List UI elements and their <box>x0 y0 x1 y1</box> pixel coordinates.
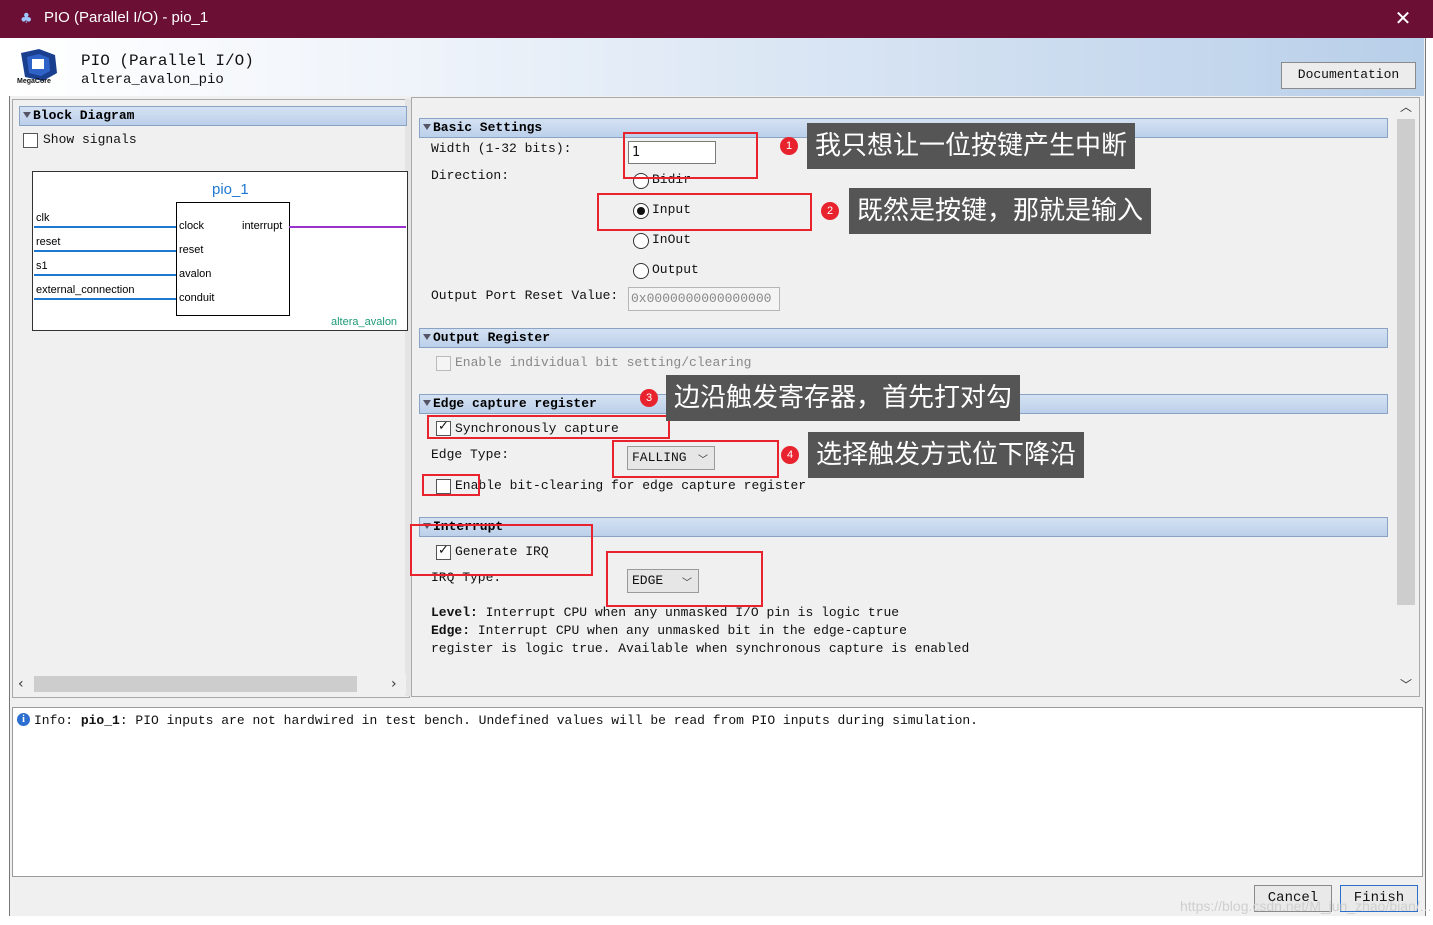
level-text: Interrupt CPU when any unmasked I/O pin … <box>485 605 900 620</box>
reset-value-label: Output Port Reset Value: <box>431 288 619 303</box>
basic-settings-title: Basic Settings <box>433 120 543 135</box>
scroll-down-icon[interactable]: ﹀ <box>1400 676 1412 693</box>
annotation-callout-4: 选择触发方式位下降沿 <box>808 432 1085 478</box>
clk-line <box>34 226 176 228</box>
level-key: Level: <box>431 605 478 620</box>
component-subtitle: altera_avalon_pio <box>81 72 224 88</box>
edge-description: Edge: Interrupt CPU when any unmasked bi… <box>431 623 907 638</box>
reset-value-input[interactable]: 0x0000000000000000 <box>628 287 780 311</box>
collapse-icon <box>423 400 431 406</box>
highlight-box-edge-type <box>612 440 779 478</box>
collapse-icon <box>423 124 431 130</box>
scroll-up-icon[interactable]: ︿ <box>1400 98 1412 115</box>
reset-value: 0x0000000000000000 <box>631 291 772 306</box>
horizontal-scroll-thumb[interactable] <box>34 676 357 692</box>
highlight-box-sync <box>427 415 670 439</box>
width-label: Width (1-32 bits): <box>431 141 572 156</box>
annotation-callout-2: 既然是按键，那就是输入 <box>849 188 1152 234</box>
info-text: : PIO inputs are not hardwired in test b… <box>119 713 978 728</box>
title-bar <box>0 0 1433 38</box>
watermark: https://blog.csdn.net/M_jun_zhao/bian/..… <box>1180 898 1432 914</box>
annotation-badge-3: 3 <box>640 389 658 407</box>
port-external-connection: external_connection <box>36 284 135 296</box>
annotation-callout-3: 边沿触发寄存器，首先打对勾 <box>666 375 1021 421</box>
block-diagram-header[interactable]: Block Diagram <box>19 106 407 126</box>
window-title: PIO (Parallel I/O) - pio_1 <box>44 9 209 26</box>
conduit-line <box>34 298 176 300</box>
output-label: Output <box>652 262 699 277</box>
s1-line <box>34 274 176 276</box>
inner-avalon: avalon <box>179 268 212 280</box>
enable-bit-setting-checkbox[interactable] <box>436 356 451 371</box>
scroll-left-icon[interactable]: ‹ <box>18 676 24 692</box>
info-prefix: Info: <box>34 713 81 728</box>
edge-text-1: Interrupt CPU when any unmasked bit in t… <box>477 623 907 638</box>
component-title: PIO (Parallel I/O) <box>81 52 254 70</box>
edge-key: Edge: <box>431 623 471 638</box>
enable-bit-setting-label: Enable individual bit setting/clearing <box>455 355 752 370</box>
highlight-box-width <box>623 132 758 179</box>
info-icon: i <box>17 713 30 726</box>
radio-inout[interactable] <box>633 233 649 249</box>
edge-type-label: Edge Type: <box>431 447 510 462</box>
reset-line <box>34 250 176 252</box>
bottom-label: altera_avalon <box>331 316 398 328</box>
direction-label: Direction: <box>431 168 510 183</box>
info-component: pio_1 <box>80 713 120 728</box>
highlight-box-input <box>597 193 812 231</box>
edge-text-2: register is logic true. Available when s… <box>431 641 970 656</box>
inout-label: InOut <box>652 232 692 247</box>
edge-capture-title: Edge capture register <box>433 396 597 411</box>
highlight-box-irq <box>410 524 593 576</box>
level-description: Level: Interrupt CPU when any unmasked I… <box>431 605 899 620</box>
annotation-badge-1: 1 <box>780 137 798 155</box>
highlight-box-bit-clear <box>422 474 480 496</box>
vertical-scroll-thumb[interactable] <box>1397 119 1415 605</box>
output-register-title: Output Register <box>433 330 551 345</box>
collapse-icon <box>23 112 31 118</box>
port-s1: s1 <box>36 260 48 272</box>
logo-text: MegaCore <box>17 78 51 85</box>
port-clk: clk <box>36 212 50 224</box>
inner-conduit: conduit <box>179 292 215 304</box>
close-icon[interactable]: ✕ <box>1390 6 1416 32</box>
inner-interrupt: interrupt <box>242 220 283 232</box>
show-signals-label: Show signals <box>43 132 137 147</box>
output-register-header[interactable]: Output Register <box>419 328 1388 348</box>
info-message: Info: pio_1: PIO inputs are not hardwire… <box>34 713 978 728</box>
show-signals-checkbox[interactable] <box>23 133 38 148</box>
port-reset: reset <box>36 236 61 248</box>
app-icon: ♣ <box>20 11 33 27</box>
bit-clearing-label: Enable bit-clearing for edge capture reg… <box>455 478 807 493</box>
component-name: pio_1 <box>212 181 249 198</box>
annotation-badge-2: 2 <box>821 202 839 220</box>
inner-clock: clock <box>179 220 205 232</box>
inner-reset: reset <box>179 244 204 256</box>
collapse-icon <box>423 334 431 340</box>
message-area <box>12 707 1423 877</box>
annotation-callout-1: 我只想让一位按键产生中断 <box>807 123 1136 169</box>
interrupt-line <box>289 226 406 228</box>
block-diagram-title: Block Diagram <box>33 108 135 123</box>
scroll-right-icon[interactable]: › <box>391 676 397 692</box>
radio-output[interactable] <box>633 263 649 279</box>
highlight-box-irq-type <box>606 551 763 607</box>
annotation-badge-4: 4 <box>781 446 799 464</box>
documentation-button[interactable]: Documentation <box>1281 62 1416 89</box>
